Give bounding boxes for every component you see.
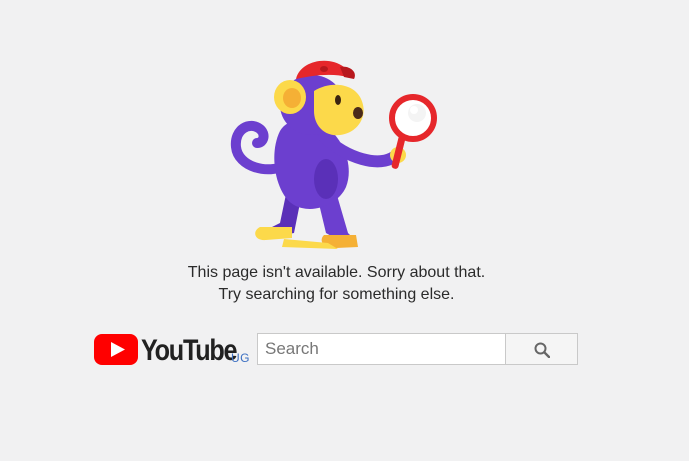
youtube-play-icon	[94, 334, 138, 365]
error-message: This page isn't available. Sorry about t…	[0, 262, 673, 306]
error-page: This page isn't available. Sorry about t…	[0, 0, 689, 461]
search-input[interactable]	[257, 333, 505, 365]
logo-wordmark: YouTube	[141, 334, 237, 367]
logo-region-code: UG	[231, 351, 250, 365]
youtube-logo-link[interactable]: YouTube UG	[94, 331, 256, 369]
search-button[interactable]	[505, 333, 578, 365]
monkey-with-magnifying-glass-icon	[230, 60, 437, 249]
error-message-line-2: Try searching for something else.	[218, 286, 455, 303]
error-message-line-1: This page isn't available. Sorry about t…	[187, 264, 486, 281]
search-icon	[534, 342, 550, 358]
